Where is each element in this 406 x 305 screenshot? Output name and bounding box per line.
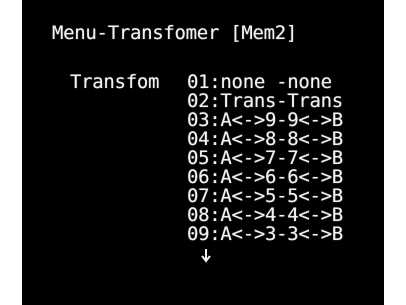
- option-label: 09:A<->3-3<->B: [187, 223, 343, 245]
- menu-title: Menu-Transfomer [Mem2]: [52, 22, 298, 44]
- arrow-down-icon[interactable]: [199, 247, 213, 265]
- display-screen: Menu-Transfomer [Mem2] Transfom 01:none …: [22, 0, 384, 305]
- transform-label: Transfom: [70, 71, 160, 93]
- list-item[interactable]: 09:A<->3-3<->B: [187, 225, 343, 244]
- transform-options-list: 01:none -none 02:Trans-Trans 03:A<->9-9<…: [187, 73, 343, 244]
